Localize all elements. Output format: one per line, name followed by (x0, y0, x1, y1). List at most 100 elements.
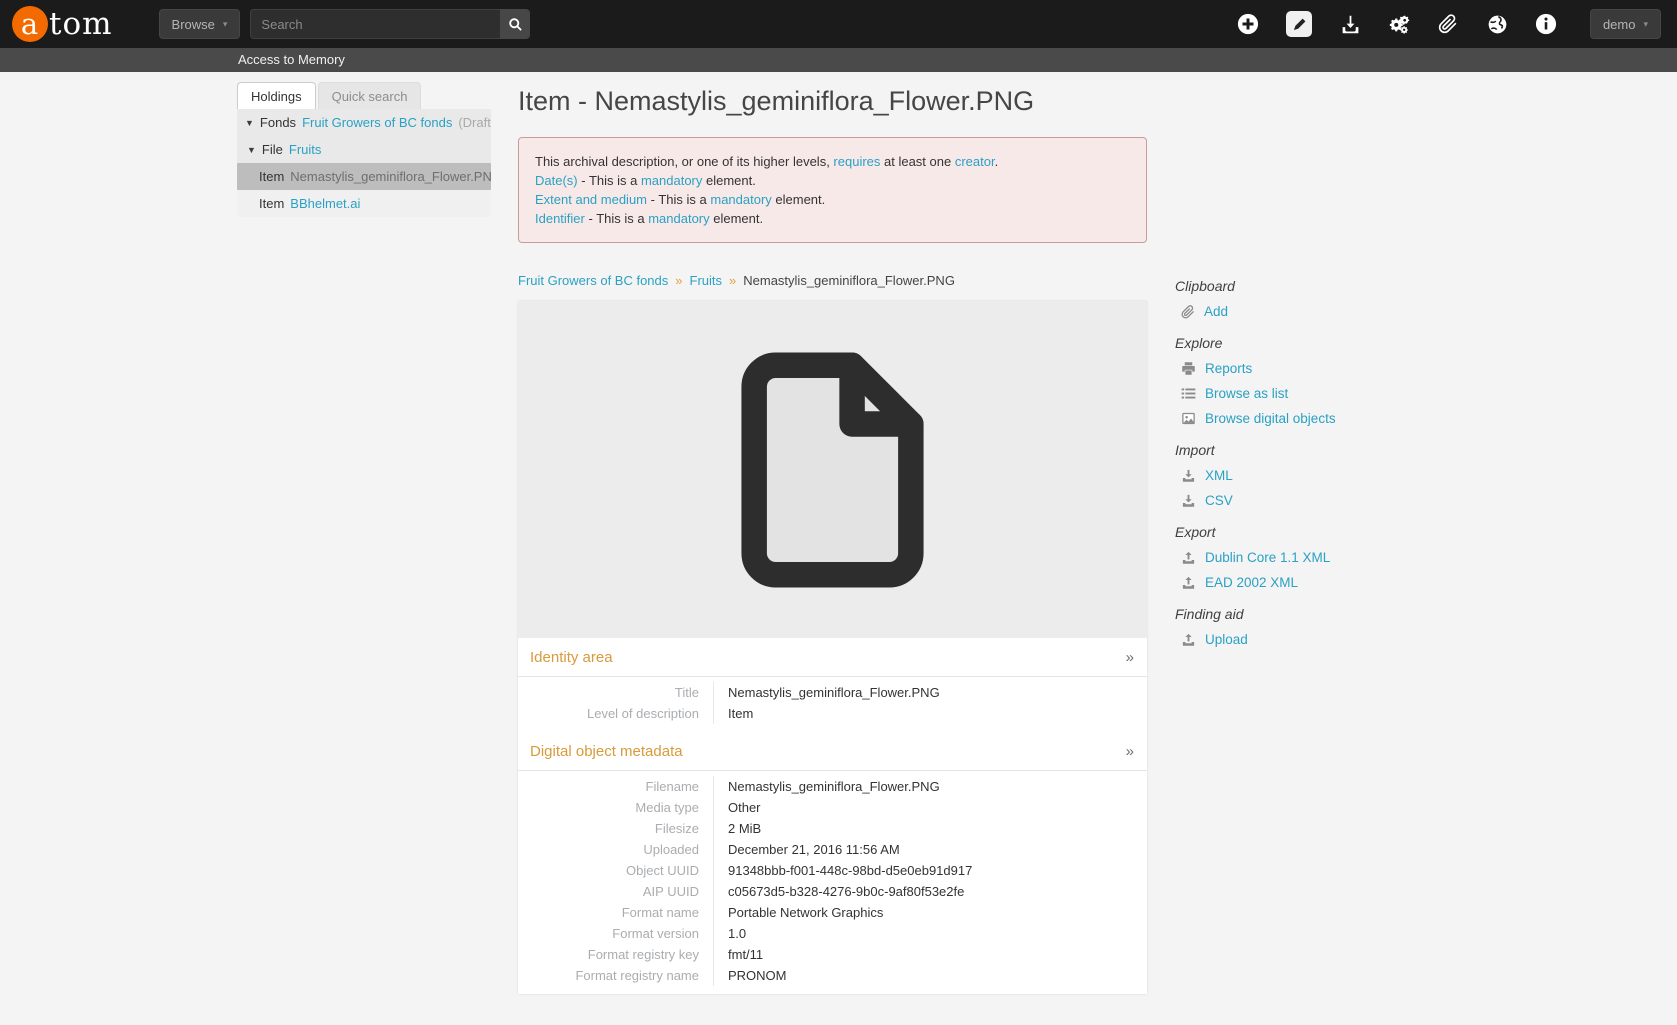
identity-area-header: Identity area » (518, 638, 1147, 676)
identifier-link[interactable]: Identifier (535, 211, 585, 226)
export-dublin-core-link[interactable]: Dublin Core 1.1 XML (1181, 550, 1345, 565)
download-icon (1181, 493, 1196, 508)
page-title: Item - Nemastylis_geminiflora_Flower.PNG (518, 86, 1147, 117)
search-button[interactable] (500, 9, 530, 39)
field-row: Format registry name PRONOM (518, 965, 1147, 986)
explore-heading: Explore (1175, 335, 1345, 351)
user-menu-button[interactable]: demo ▾ (1590, 9, 1661, 39)
search-input[interactable] (250, 9, 500, 39)
upload-icon (1181, 575, 1196, 590)
upload-icon (1181, 550, 1196, 565)
clipboard-heading: Clipboard (1175, 278, 1345, 294)
import-heading: Import (1175, 442, 1345, 458)
tree-item-sibling[interactable]: Item BBhelmet.ai (237, 190, 491, 217)
main-content: Item - Nemastylis_geminiflora_Flower.PNG… (518, 86, 1147, 994)
section-title: Digital object metadata (530, 743, 683, 760)
site-banner: Access to Memory (0, 48, 1677, 72)
add-icon[interactable] (1237, 13, 1259, 35)
breadcrumb-current: Nemastylis_geminiflora_Flower.PNG (743, 273, 955, 288)
mandatory-link[interactable]: mandatory (648, 211, 709, 226)
treeview: ▼ Fonds Fruit Growers of BC fonds (Draft… (237, 109, 491, 217)
field-row: Filename Nemastylis_geminiflora_Flower.P… (518, 776, 1147, 797)
digital-object-fields: Filename Nemastylis_geminiflora_Flower.P… (518, 770, 1147, 994)
dates-link[interactable]: Date(s) (535, 173, 578, 188)
browse-digital-objects-link[interactable]: Browse digital objects (1181, 411, 1345, 426)
finding-aid-heading: Finding aid (1175, 606, 1345, 622)
validation-message: This archival description, or one of its… (535, 152, 1130, 171)
finding-aid-upload-link[interactable]: Upload (1181, 632, 1345, 647)
image-icon (1181, 411, 1196, 426)
field-row: Format version 1.0 (518, 923, 1147, 944)
browse-button[interactable]: Browse ▾ (159, 9, 241, 39)
treeview-panel: Holdings Quick search ▼ Fonds Fruit Grow… (237, 82, 491, 217)
field-row: Uploaded December 21, 2016 11:56 AM (518, 839, 1147, 860)
reports-link[interactable]: Reports (1181, 361, 1345, 376)
caret-down-icon: ▾ (1643, 19, 1648, 30)
mandatory-link[interactable]: mandatory (710, 192, 771, 207)
field-row: Object UUID 91348bbb-f001-448c-98bd-d5e0… (518, 860, 1147, 881)
tree-link-sibling[interactable]: BBhelmet.ai (290, 196, 360, 211)
list-icon (1181, 386, 1196, 401)
language-icon[interactable] (1486, 13, 1508, 35)
printer-icon (1181, 361, 1196, 376)
info-icon[interactable] (1535, 13, 1557, 35)
search-icon (508, 17, 523, 32)
import-xml-link[interactable]: XML (1181, 468, 1345, 483)
field-row: Level of description Item (518, 703, 1147, 724)
atom-logo[interactable]: atom (12, 6, 113, 42)
import-icon[interactable] (1339, 13, 1361, 35)
description-card: Identity area » Title Nemastylis_geminif… (518, 301, 1147, 994)
field-row: Format registry key fmt/11 (518, 944, 1147, 965)
validation-message: Date(s) - This is a mandatory element. (535, 171, 1130, 190)
edit-icon[interactable] (1286, 11, 1312, 37)
field-row: AIP UUID c05673d5-b328-4276-9b0c-9af80f5… (518, 881, 1147, 902)
clipboard-icon[interactable] (1437, 13, 1459, 35)
file-icon (715, 340, 950, 600)
breadcrumb-separator-icon: » (729, 273, 736, 288)
context-sidebar: Clipboard Add Explore Reports Browse as … (1175, 278, 1345, 657)
logo-a-circle: a (12, 6, 48, 42)
caret-down-icon: ▾ (223, 19, 228, 30)
field-row: Format name Portable Network Graphics (518, 902, 1147, 923)
field-row: Media type Other (518, 797, 1147, 818)
digital-object-preview[interactable] (518, 301, 1147, 638)
requires-link[interactable]: requires (833, 154, 880, 169)
paperclip-icon (1181, 305, 1195, 319)
section-expand-icon[interactable]: » (1126, 743, 1134, 760)
collapse-icon[interactable]: ▼ (245, 118, 254, 128)
field-row: Filesize 2 MiB (518, 818, 1147, 839)
top-header: atom Browse ▾ demo (0, 0, 1677, 48)
tree-link-fonds[interactable]: Fruit Growers of BC fonds (302, 115, 452, 130)
admin-icon[interactable] (1388, 13, 1410, 35)
tree-item-file[interactable]: ▼ File Fruits (237, 136, 491, 163)
export-ead-link[interactable]: EAD 2002 XML (1181, 575, 1345, 590)
breadcrumb-file-link[interactable]: Fruits (690, 273, 723, 288)
breadcrumb-fonds-link[interactable]: Fruit Growers of BC fonds (518, 273, 668, 288)
clipboard-add-link[interactable]: Add (1181, 304, 1345, 319)
creator-link[interactable]: creator (955, 154, 995, 169)
tree-item-fonds[interactable]: ▼ Fonds Fruit Growers of BC fonds (Draft… (237, 109, 491, 136)
validation-message-box: This archival description, or one of its… (518, 137, 1147, 243)
upload-icon (1181, 632, 1196, 647)
breadcrumb-separator-icon: » (675, 273, 682, 288)
breadcrumb: Fruit Growers of BC fonds » Fruits » Nemasty… (518, 273, 1147, 288)
extent-link[interactable]: Extent and medium (535, 192, 647, 207)
draft-badge: (Draft) (458, 115, 491, 130)
validation-message: Identifier - This is a mandatory element… (535, 209, 1130, 228)
browse-as-list-link[interactable]: Browse as list (1181, 386, 1345, 401)
tree-item-current[interactable]: Item Nemastylis_geminiflora_Flower.PNG (237, 163, 491, 190)
export-heading: Export (1175, 524, 1345, 540)
tree-link-file[interactable]: Fruits (289, 142, 322, 157)
validation-message: Extent and medium - This is a mandatory … (535, 190, 1130, 209)
tab-quick-search[interactable]: Quick search (318, 82, 422, 109)
section-expand-icon[interactable]: » (1126, 649, 1134, 666)
field-row: Title Nemastylis_geminiflora_Flower.PNG (518, 682, 1147, 703)
identity-fields: Title Nemastylis_geminiflora_Flower.PNG … (518, 676, 1147, 732)
tree-current-label: Nemastylis_geminiflora_Flower.PNG (290, 169, 491, 184)
digital-object-metadata-header: Digital object metadata » (518, 732, 1147, 770)
collapse-icon[interactable]: ▼ (247, 145, 256, 155)
tab-holdings[interactable]: Holdings (237, 82, 316, 109)
mandatory-link[interactable]: mandatory (641, 173, 702, 188)
download-icon (1181, 468, 1196, 483)
import-csv-link[interactable]: CSV (1181, 493, 1345, 508)
